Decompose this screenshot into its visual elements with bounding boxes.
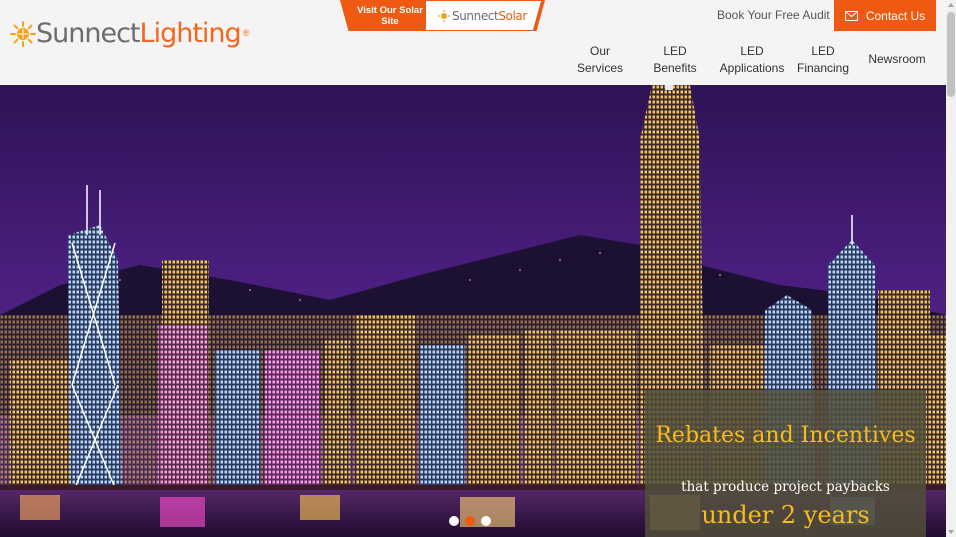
nav-line2: Services <box>576 61 623 75</box>
sun-icon <box>438 9 450 22</box>
solar-brand-part2: Solar <box>498 8 527 23</box>
visit-solar-label: Visit Our Solar Site <box>357 5 423 27</box>
scroll-up-arrow-icon[interactable] <box>946 0 956 10</box>
promo-heading: Rebates and Incentives <box>655 423 916 448</box>
nav-line1: LED <box>740 44 764 58</box>
nav-our-services[interactable]: Our Services <box>570 43 630 77</box>
nav-led-benefits[interactable]: LED Benefits <box>645 43 705 77</box>
logo-part2: Lighting <box>139 18 242 49</box>
scrollbar[interactable] <box>946 0 956 537</box>
solar-site-link[interactable]: Visit Our Solar Site SunnectSolar <box>340 0 545 31</box>
promo-subtext: that produce project paybacks <box>681 479 890 495</box>
hero-slider[interactable]: Rebates and Incentives that produce proj… <box>0 85 946 537</box>
sun-icon <box>10 21 36 47</box>
promo-highlight: under 2 years <box>701 501 870 529</box>
contact-us-button[interactable]: Contact Us <box>834 0 936 31</box>
envelope-icon <box>844 10 858 21</box>
slider-dot-active[interactable] <box>465 516 475 526</box>
sunnect-lighting-logo[interactable]: SunnectLighting® <box>10 14 251 54</box>
slider-dots <box>449 516 491 526</box>
nav-line1: Our <box>589 44 610 58</box>
nav-line2: Financing <box>796 61 850 75</box>
nav-line1: Newsroom <box>868 52 926 66</box>
nav-line2: Benefits <box>653 61 697 75</box>
visit-solar-button[interactable]: Visit Our Solar Site <box>340 0 434 31</box>
nav-line1: LED <box>663 44 687 58</box>
nav-line1: LED <box>811 44 835 58</box>
slider-dot[interactable] <box>481 516 491 526</box>
sunnect-solar-logo[interactable]: SunnectSolar <box>426 1 541 30</box>
logo-part1: Sunnect <box>36 18 141 49</box>
book-audit-link[interactable]: Book Your Free Audit <box>717 8 830 22</box>
logo-wordmark: SunnectLighting® <box>36 14 251 54</box>
slider-dot[interactable] <box>449 516 459 526</box>
nav-newsroom[interactable]: Newsroom <box>865 51 929 68</box>
site-header: SunnectLighting® Visit Our Solar Site Su… <box>0 0 946 85</box>
registered-mark: ® <box>241 29 251 39</box>
rebates-promo-panel: Rebates and Incentives that produce proj… <box>645 390 926 537</box>
contact-us-label: Contact Us <box>865 8 926 23</box>
solar-brand-part1: Sunnect <box>452 8 499 23</box>
scrollbar-thumb[interactable] <box>947 12 955 97</box>
scroll-down-arrow-icon[interactable] <box>946 527 956 537</box>
nav-led-applications[interactable]: LED Applications <box>717 43 787 77</box>
solar-brand-text: SunnectSolar <box>452 9 527 23</box>
nav-led-financing[interactable]: LED Financing <box>795 43 851 77</box>
nav-line2: Applications <box>719 61 785 75</box>
